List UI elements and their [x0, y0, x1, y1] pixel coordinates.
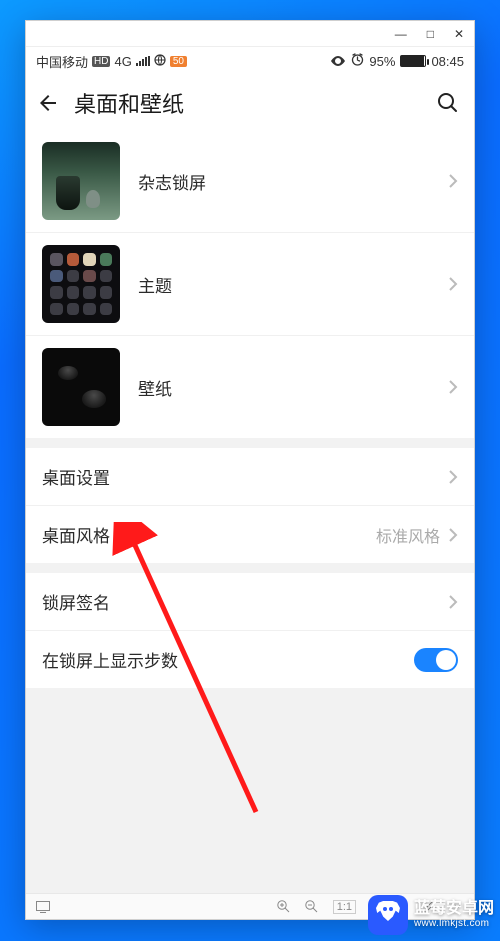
row-label: 桌面风格	[42, 522, 110, 547]
ratio-label[interactable]: 1:1	[333, 900, 356, 914]
window-minimize-button[interactable]: —	[395, 28, 407, 40]
chevron-right-icon	[448, 173, 458, 189]
lock-signature-row[interactable]: 锁屏签名	[26, 573, 474, 630]
wallpaper-thumb	[42, 348, 120, 426]
signal-icon	[136, 54, 150, 69]
home-settings-row[interactable]: 桌面设置	[26, 448, 474, 505]
battery-percent: 95%	[369, 54, 395, 69]
page-title: 桌面和壁纸	[74, 87, 184, 119]
status-bar: 中国移动 HD 4G 50 95% 08:	[26, 47, 474, 75]
phone-screen: 中国移动 HD 4G 50 95% 08:	[26, 47, 474, 893]
magazine-thumb	[42, 142, 120, 220]
window-close-button[interactable]: ✕	[454, 28, 464, 40]
zoom-out-icon[interactable]	[305, 900, 319, 914]
watermark-logo	[368, 895, 408, 935]
chevron-right-icon	[448, 469, 458, 485]
wallpaper-row[interactable]: 壁纸	[26, 335, 474, 438]
watermark-name: 蓝莓安卓网	[414, 900, 494, 918]
home-style-row[interactable]: 桌面风格 标准风格	[26, 505, 474, 563]
chevron-right-icon	[448, 276, 458, 292]
chevron-right-icon	[448, 594, 458, 610]
hd-badge: HD	[92, 56, 110, 67]
orange-badge: 50	[170, 56, 187, 67]
theme-row[interactable]: 主题	[26, 232, 474, 335]
row-label: 壁纸	[138, 375, 172, 400]
back-button[interactable]	[36, 91, 60, 115]
chevron-right-icon	[448, 527, 458, 543]
clock-label: 08:45	[431, 54, 464, 69]
window-maximize-button[interactable]: □	[427, 28, 434, 40]
watermark: 蓝莓安卓网 www.lmkjst.com	[368, 895, 494, 935]
row-label: 在锁屏上显示步数	[42, 647, 178, 672]
zoom-in-icon[interactable]	[277, 900, 291, 914]
carrier-label: 中国移动	[36, 52, 88, 71]
show-steps-row: 在锁屏上显示步数	[26, 630, 474, 688]
row-label: 桌面设置	[42, 464, 110, 489]
window-titlebar: — □ ✕	[26, 21, 474, 47]
network-label: 4G	[114, 54, 131, 69]
search-button[interactable]	[436, 91, 460, 115]
globe-icon	[154, 54, 166, 69]
screen-icon[interactable]	[36, 900, 50, 914]
battery-icon	[400, 55, 426, 67]
row-value: 标准风格	[376, 523, 440, 547]
magazine-lockscreen-row[interactable]: 杂志锁屏	[26, 130, 474, 232]
theme-thumb	[42, 245, 120, 323]
row-label: 杂志锁屏	[138, 169, 206, 194]
eye-icon	[330, 54, 346, 69]
home-settings-group: 桌面设置 桌面风格 标准风格	[26, 448, 474, 563]
alarm-icon	[351, 53, 364, 69]
row-label: 锁屏签名	[42, 589, 110, 614]
lockscreen-group: 锁屏签名 在锁屏上显示步数	[26, 573, 474, 688]
page-header: 桌面和壁纸	[26, 75, 474, 130]
emulator-window: — □ ✕ 中国移动 HD 4G 50	[25, 20, 475, 920]
show-steps-toggle[interactable]	[414, 648, 458, 672]
watermark-url: www.lmkjst.com	[414, 918, 494, 930]
row-label: 主题	[138, 272, 172, 297]
chevron-right-icon	[448, 379, 458, 395]
appearance-group: 杂志锁屏 主题 壁纸	[26, 130, 474, 438]
